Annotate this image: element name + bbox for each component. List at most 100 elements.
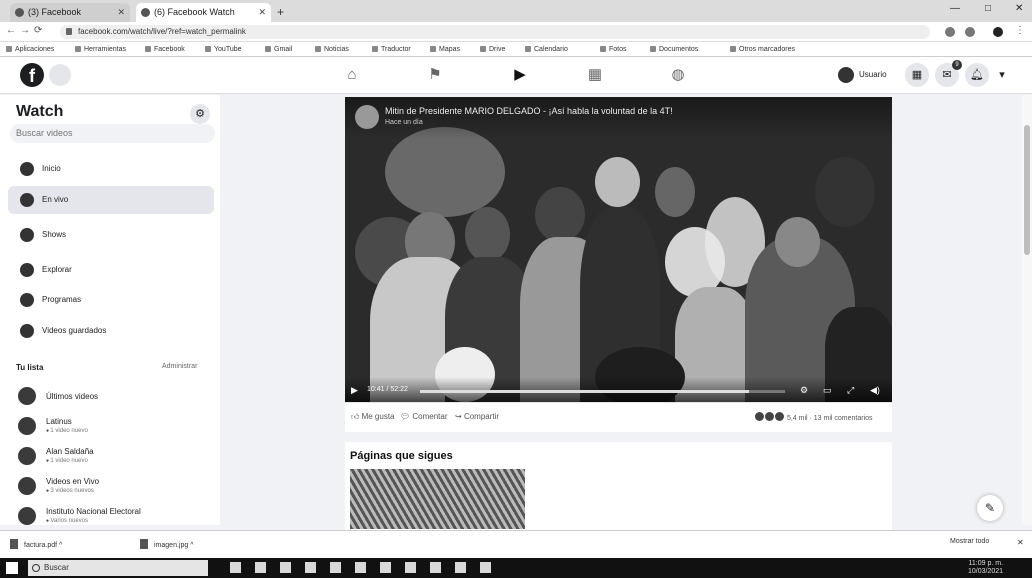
miniplayer-icon[interactable]: ▭ bbox=[823, 385, 832, 396]
close-tab-icon[interactable]: ✕ bbox=[258, 3, 266, 22]
bookmark-item[interactable]: Herramientas bbox=[75, 42, 126, 57]
app-icon[interactable] bbox=[280, 562, 291, 573]
reload-icon[interactable]: ⟳ bbox=[34, 25, 42, 36]
volume-icon[interactable]: ◀︎) bbox=[870, 385, 880, 396]
list-item[interactable]: Alan Saldaña 1 video nuevo bbox=[16, 443, 216, 471]
chevron-up-icon[interactable]: ^ bbox=[190, 542, 193, 549]
sidebar-item-programs[interactable]: Programas bbox=[8, 286, 214, 314]
bookmark-item[interactable]: Traductor bbox=[372, 42, 411, 57]
search-videos-input[interactable] bbox=[10, 124, 215, 143]
video-progress-bar[interactable] bbox=[420, 390, 785, 393]
app-icon[interactable] bbox=[380, 562, 391, 573]
maximize-icon[interactable]: □ bbox=[985, 3, 991, 14]
list-item[interactable]: Videos en Vivo 3 videos nuevos bbox=[16, 473, 216, 501]
app-icon[interactable] bbox=[255, 562, 266, 573]
taskbar-clock[interactable]: 11:09 p. m. 10/03/2021 bbox=[968, 560, 1003, 576]
sidebar-item-explore[interactable]: Explorar bbox=[8, 256, 214, 284]
pages-icon[interactable]: ⚑ bbox=[425, 66, 445, 84]
video-thumbnail[interactable] bbox=[350, 469, 525, 529]
browser-tab-active[interactable]: (6) Facebook Watch ✕ bbox=[136, 3, 271, 22]
address-bar-row: ← → ⟳ facebook.com/watch/live/?ref=watch… bbox=[0, 22, 1032, 42]
video-post-card: Mitin de Presidente MARIO DELGADO - ¡Así… bbox=[345, 97, 892, 432]
extension-icon[interactable] bbox=[945, 27, 955, 37]
close-tab-icon[interactable]: ✕ bbox=[117, 3, 125, 22]
play-icon[interactable]: ▶ bbox=[351, 385, 358, 396]
messenger-icon[interactable]: ✉ 9 bbox=[935, 60, 962, 87]
scrollbar-thumb[interactable] bbox=[1024, 125, 1030, 255]
avatar[interactable] bbox=[355, 105, 379, 129]
list-item[interactable]: Últimos videos bbox=[16, 383, 216, 411]
menu-grid-icon[interactable]: ▦ bbox=[905, 63, 929, 87]
bookmark-item[interactable]: Drive bbox=[480, 42, 505, 57]
account-chevron-icon[interactable]: ▾ bbox=[995, 63, 1009, 87]
list-item-status: 1 video nuevo bbox=[46, 458, 87, 464]
app-icon[interactable] bbox=[355, 562, 366, 573]
close-window-icon[interactable]: ✕ bbox=[1015, 3, 1023, 14]
share-button[interactable]: ↪ Compartir bbox=[455, 412, 499, 421]
scrollbar[interactable] bbox=[1022, 95, 1032, 525]
sidebar-item-home[interactable]: Inicio bbox=[8, 155, 214, 183]
sidebar-item-live[interactable]: En vivo bbox=[8, 186, 214, 214]
bookmark-item[interactable]: Documentos bbox=[650, 42, 698, 57]
back-icon[interactable]: ← bbox=[6, 25, 16, 36]
task-view-icon[interactable] bbox=[230, 562, 241, 573]
facebook-logo[interactable]: f bbox=[20, 63, 44, 87]
close-icon[interactable]: ✕ bbox=[1017, 538, 1024, 547]
bookmark-item[interactable]: Noticias bbox=[315, 42, 349, 57]
gear-icon[interactable]: ⚙ bbox=[190, 104, 210, 124]
url-text: facebook.com/watch/live/?ref=watch_perma… bbox=[78, 27, 246, 36]
show-all-downloads-button[interactable]: Mostrar todo bbox=[950, 538, 989, 545]
fullscreen-icon[interactable]: ⤢ bbox=[847, 385, 854, 396]
windows-start-icon[interactable] bbox=[6, 562, 18, 574]
settings-icon[interactable]: ⚙ bbox=[800, 385, 808, 396]
new-tab-button[interactable]: + bbox=[277, 5, 284, 19]
reactions-summary[interactable]: 5,4 mil · 13 mil comentarios bbox=[755, 412, 873, 422]
list-item[interactable]: Latinus 1 video nuevo bbox=[16, 413, 216, 441]
list-item[interactable]: Instituto Nacional Electoral Varios nuev… bbox=[16, 503, 216, 531]
bookmark-item[interactable]: YouTube bbox=[205, 42, 242, 57]
profile-chip[interactable]: Usuario bbox=[835, 64, 895, 86]
app-icon[interactable] bbox=[305, 562, 316, 573]
taskbar-search[interactable]: Buscar bbox=[28, 560, 208, 576]
notifications-icon[interactable]: 🔔︎ bbox=[965, 63, 989, 87]
chevron-up-icon[interactable]: ^ bbox=[59, 542, 62, 549]
avatar bbox=[838, 67, 854, 83]
bookmark-item[interactable]: Otros marcadores bbox=[730, 42, 795, 57]
extension-icon[interactable] bbox=[965, 27, 975, 37]
forward-icon[interactable]: → bbox=[20, 25, 30, 36]
video-player[interactable]: Mitin de Presidente MARIO DELGADO - ¡Así… bbox=[345, 97, 892, 402]
new-message-button[interactable]: ✎ bbox=[977, 495, 1003, 521]
search-button[interactable] bbox=[49, 64, 71, 86]
url-field[interactable]: facebook.com/watch/live/?ref=watch_perma… bbox=[60, 25, 930, 39]
sidebar-item-shows[interactable]: Shows bbox=[8, 221, 214, 249]
groups-icon[interactable]: ◍ bbox=[668, 66, 688, 84]
browser-menu-icon[interactable]: ⋮ bbox=[1015, 25, 1025, 36]
manage-link[interactable]: Administrar bbox=[162, 363, 197, 370]
chrome-icon[interactable] bbox=[330, 562, 341, 573]
download-item[interactable]: imagen.jpg ^ bbox=[140, 539, 194, 549]
facebook-favicon-icon bbox=[141, 8, 150, 17]
minimize-icon[interactable]: — bbox=[950, 3, 960, 14]
home-icon[interactable]: ⌂ bbox=[342, 66, 362, 84]
marketplace-icon[interactable]: ▦ bbox=[585, 66, 605, 84]
sidebar-item-label: Videos guardados bbox=[42, 326, 107, 335]
watch-icon[interactable]: ▶ bbox=[510, 66, 530, 84]
bookmark-item[interactable]: Gmail bbox=[265, 42, 292, 57]
download-item[interactable]: factura.pdf ^ bbox=[10, 539, 62, 549]
sidebar-item-saved[interactable]: Videos guardados bbox=[8, 317, 214, 345]
bookmark-item[interactable]: Fotos bbox=[600, 42, 627, 57]
bookmark-item[interactable]: Aplicaciones bbox=[6, 42, 54, 57]
browser-tab[interactable]: (3) Facebook ✕ bbox=[10, 3, 130, 22]
sidebar-item-label: Shows bbox=[42, 230, 67, 239]
app-icon[interactable] bbox=[480, 562, 491, 573]
comment-button[interactable]: 💬︎ Comentar bbox=[400, 412, 448, 421]
app-icon[interactable] bbox=[405, 562, 416, 573]
like-button[interactable]: 👍︎ Me gusta bbox=[351, 412, 395, 422]
app-icon[interactable] bbox=[455, 562, 466, 573]
profile-avatar-icon[interactable] bbox=[993, 27, 1003, 37]
bookmark-item[interactable]: Mapas bbox=[430, 42, 460, 57]
video-title[interactable]: Mitin de Presidente MARIO DELGADO - ¡Así… bbox=[385, 106, 673, 116]
bookmark-item[interactable]: Calendario bbox=[525, 42, 568, 57]
app-icon[interactable] bbox=[430, 562, 441, 573]
bookmark-item[interactable]: Facebook bbox=[145, 42, 185, 57]
